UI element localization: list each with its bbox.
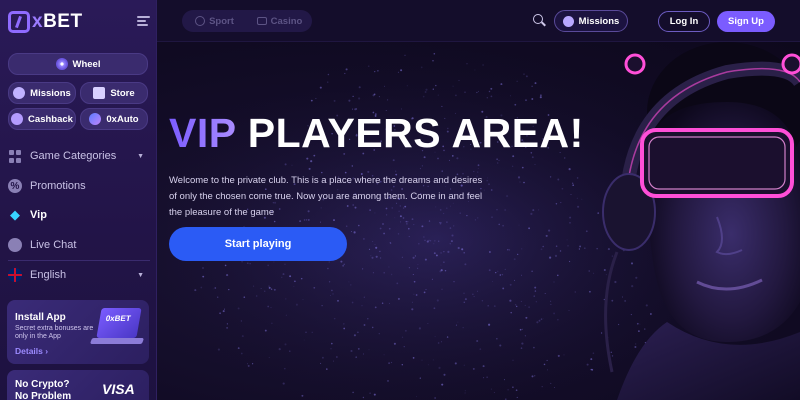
missions-icon bbox=[562, 15, 574, 27]
auto-icon bbox=[89, 113, 102, 125]
sidebar-item-game-categories[interactable]: Game Categories ▼ bbox=[8, 146, 150, 166]
sidebar-item-label: Live Chat bbox=[30, 239, 77, 251]
hero-title-vip: VIP bbox=[169, 110, 236, 156]
tab-sport[interactable]: Sport bbox=[182, 16, 247, 27]
login-button[interactable]: Log In bbox=[658, 11, 710, 32]
missions-sidebar-label: Missions bbox=[30, 87, 71, 99]
auto-button[interactable]: 0xAuto bbox=[80, 108, 148, 130]
sidebar: xBET Wheel Missions Store Cashback 0xAut… bbox=[0, 0, 157, 400]
chevron-down-icon: ▼ bbox=[137, 152, 144, 160]
brand-name: xBET bbox=[32, 11, 83, 32]
search-icon[interactable] bbox=[533, 14, 546, 27]
missions-sidebar-button[interactable]: Missions bbox=[8, 82, 76, 104]
no-crypto-card[interactable]: No Crypto? No Problem VISA bbox=[7, 370, 149, 400]
logo-zero-icon bbox=[8, 11, 30, 33]
install-app-card[interactable]: Install App Secret extra bonuses are onl… bbox=[7, 300, 149, 364]
ball-icon bbox=[195, 16, 206, 26]
cashback-icon bbox=[11, 113, 24, 125]
wheel-button[interactable]: Wheel bbox=[8, 53, 148, 75]
brand-logo[interactable]: xBET bbox=[8, 10, 83, 34]
menu-toggle-icon[interactable] bbox=[137, 16, 150, 26]
no-crypto-subtitle: No Problem bbox=[15, 391, 72, 400]
casino-icon bbox=[256, 17, 267, 25]
cashback-button[interactable]: Cashback bbox=[8, 108, 76, 130]
tab-casino[interactable]: Casino bbox=[247, 16, 312, 27]
laptop-illustration: 0xBET bbox=[89, 308, 145, 352]
sidebar-item-vip[interactable]: ◆ Vip bbox=[8, 205, 150, 225]
wheel-icon bbox=[55, 58, 68, 70]
chevron-down-icon: ▼ bbox=[137, 271, 144, 279]
percent-icon: % bbox=[8, 179, 22, 193]
sidebar-item-live-chat[interactable]: Live Chat bbox=[8, 235, 150, 255]
no-crypto-title: No Crypto? bbox=[15, 379, 70, 390]
top-header: Sport Casino Missions Log In Sign Up bbox=[157, 0, 800, 42]
chat-icon bbox=[8, 238, 22, 252]
sidebar-item-label: Vip bbox=[30, 209, 47, 221]
diamond-icon: ◆ bbox=[10, 207, 20, 222]
sidebar-item-promotions[interactable]: % Promotions bbox=[8, 176, 150, 196]
signup-button[interactable]: Sign Up bbox=[717, 11, 775, 32]
visa-logo: VISA bbox=[102, 381, 135, 397]
store-icon bbox=[93, 87, 106, 99]
wheel-label: Wheel bbox=[72, 58, 101, 70]
sport-casino-switch: Sport Casino bbox=[182, 10, 312, 32]
hero-banner: VIP PLAYERS AREA! Welcome to the private… bbox=[157, 42, 800, 400]
store-button[interactable]: Store bbox=[80, 82, 148, 104]
missions-icon bbox=[13, 87, 26, 99]
start-playing-button[interactable]: Start playing bbox=[169, 227, 347, 261]
language-label: English bbox=[30, 269, 67, 281]
language-selector[interactable]: English ▼ bbox=[8, 265, 150, 285]
laptop-screen-text: 0xBET bbox=[105, 314, 132, 323]
sidebar-item-label: Promotions bbox=[30, 180, 86, 192]
divider bbox=[8, 260, 150, 261]
missions-header-button[interactable]: Missions bbox=[554, 10, 628, 32]
vr-portrait-illustration bbox=[602, 42, 800, 400]
install-app-title: Install App bbox=[15, 312, 66, 323]
sidebar-item-label: Game Categories bbox=[30, 150, 117, 162]
hero-title: VIP PLAYERS AREA! bbox=[169, 110, 584, 157]
auto-label: 0xAuto bbox=[106, 113, 139, 125]
grid-icon bbox=[8, 149, 22, 163]
uk-flag-icon bbox=[8, 268, 22, 282]
hero-title-rest: PLAYERS AREA! bbox=[235, 110, 584, 156]
install-app-details-link[interactable]: Details › bbox=[15, 346, 48, 356]
cashback-label: Cashback bbox=[28, 113, 73, 125]
hero-description: Welcome to the private club. This is a p… bbox=[169, 175, 483, 218]
store-label: Store bbox=[110, 87, 135, 99]
